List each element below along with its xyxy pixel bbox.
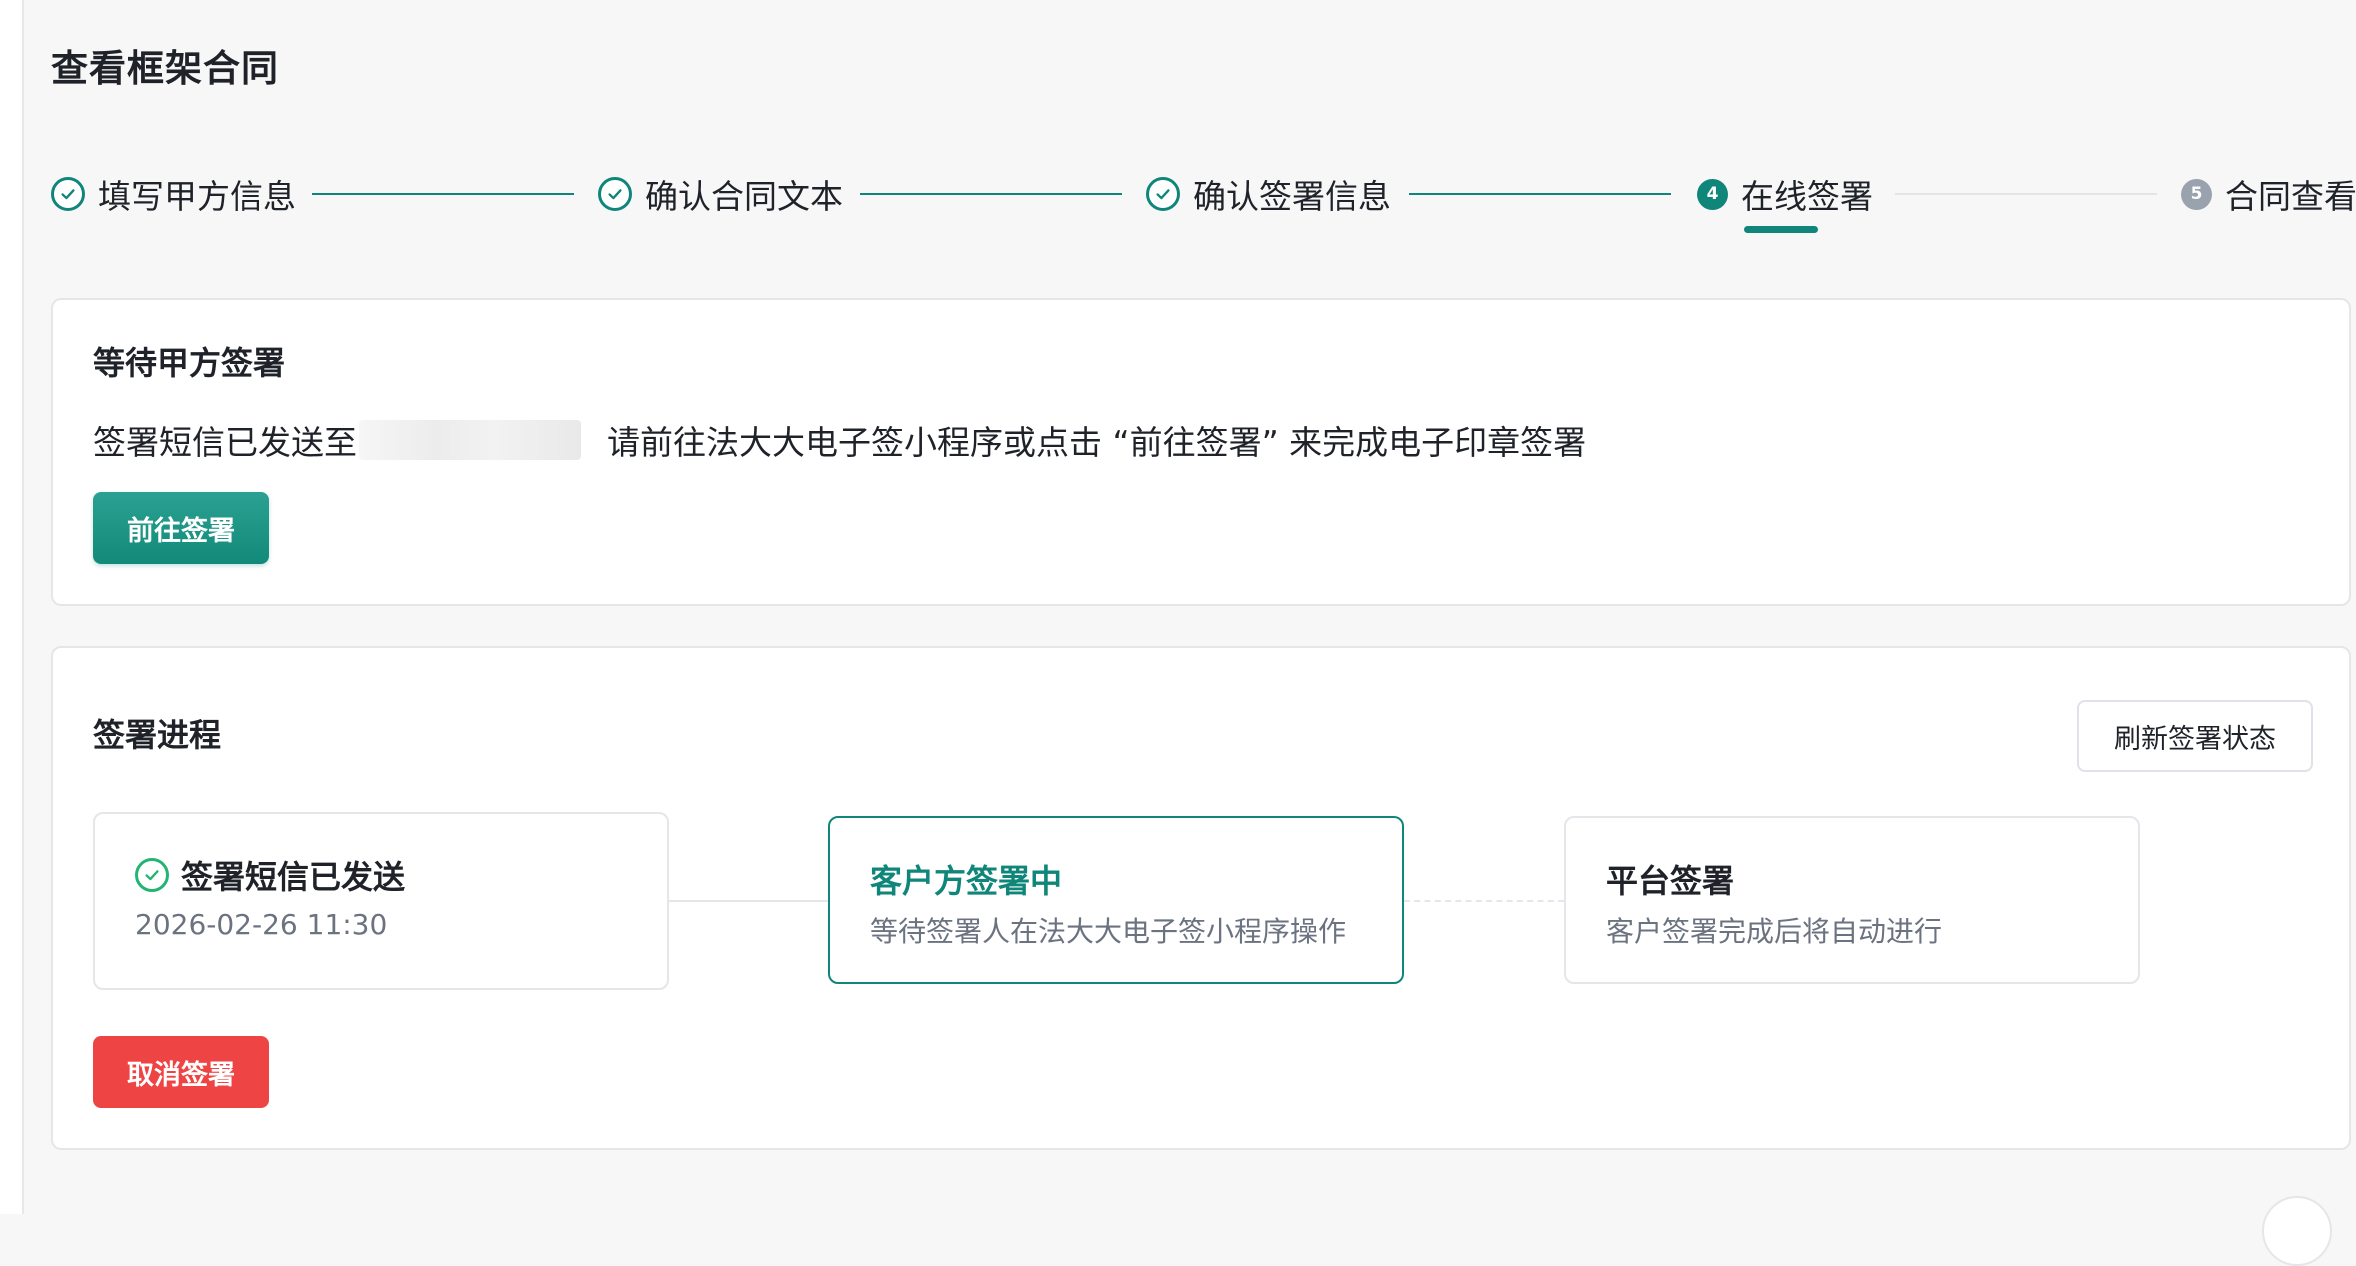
- step-number-badge: 5: [2181, 178, 2212, 210]
- progress-node-customer-signing: 客户方签署中 等待签署人在法大大电子签小程序操作: [828, 816, 1404, 984]
- sms-notice-suffix: 请前往法大大电子签小程序或点击 “前往签署” 来完成电子印章签署: [607, 423, 1587, 462]
- sms-notice: 签署短信已发送至 请前往法大大电子签小程序或点击 “前往签署” 来完成电子印章签…: [93, 418, 1586, 462]
- step-online-sign[interactable]: 4 在线签署: [1697, 170, 1873, 218]
- step-label: 确认签署信息: [1193, 177, 1391, 216]
- check-circle-icon: [1146, 177, 1180, 211]
- step-indicator: 填写甲方信息 确认合同文本 确认签署信息 4 在线签署 5 合同查看: [0, 0, 2356, 240]
- step-label: 确认合同文本: [645, 177, 843, 216]
- refresh-status-button[interactable]: 刷新签署状态: [2077, 700, 2313, 772]
- node-subtitle: 等待签署人在法大大电子签小程序操作: [870, 915, 1347, 948]
- step-connector: [1895, 193, 2157, 195]
- cancel-sign-button[interactable]: 取消签署: [93, 1036, 269, 1108]
- step-connector: [312, 193, 574, 195]
- step-label: 合同查看: [2225, 177, 2356, 216]
- node-title: 签署短信已发送: [181, 858, 406, 896]
- step-confirm-sign-info[interactable]: 确认签署信息: [1146, 170, 1391, 218]
- progress-node-platform-signing: 平台签署 客户签署完成后将自动进行: [1564, 816, 2140, 984]
- step-connector: [860, 193, 1122, 195]
- check-circle-icon: [135, 858, 169, 892]
- check-circle-icon: [598, 177, 632, 211]
- card-title: 签署进程: [93, 716, 222, 754]
- masked-phone-number: [359, 420, 581, 460]
- step-confirm-text[interactable]: 确认合同文本: [598, 170, 843, 218]
- go-sign-button[interactable]: 前往签署: [93, 492, 269, 564]
- node-timestamp: 2026-02-26 11:30: [135, 908, 388, 941]
- step-label: 填写甲方信息: [98, 177, 296, 216]
- step-connector: [1409, 193, 1671, 195]
- check-circle-icon: [51, 177, 85, 211]
- step-fill-party-a[interactable]: 填写甲方信息: [51, 170, 296, 218]
- step-label: 在线签署: [1741, 177, 1873, 216]
- progress-connector-dashed: [1404, 900, 1564, 902]
- sms-notice-prefix: 签署短信已发送至: [93, 423, 357, 462]
- step-view-contract[interactable]: 5 合同查看: [2181, 170, 2356, 218]
- active-step-indicator: [1744, 226, 1818, 233]
- progress-connector: [669, 900, 828, 902]
- node-title: 客户方签署中: [870, 862, 1063, 900]
- signing-progress-card: 签署进程 刷新签署状态 签署短信已发送 2026-02-26 11:30 客户方…: [51, 646, 2351, 1150]
- floating-help-button[interactable]: [2262, 1196, 2332, 1266]
- card-title: 等待甲方签署: [93, 344, 286, 382]
- signing-notice-card: 等待甲方签署 签署短信已发送至 请前往法大大电子签小程序或点击 “前往签署” 来…: [51, 298, 2351, 606]
- progress-node-sms-sent: 签署短信已发送 2026-02-26 11:30: [93, 812, 669, 990]
- step-number-badge: 4: [1697, 178, 1728, 210]
- node-title: 平台签署: [1606, 862, 1735, 900]
- node-subtitle: 客户签署完成后将自动进行: [1606, 915, 1943, 948]
